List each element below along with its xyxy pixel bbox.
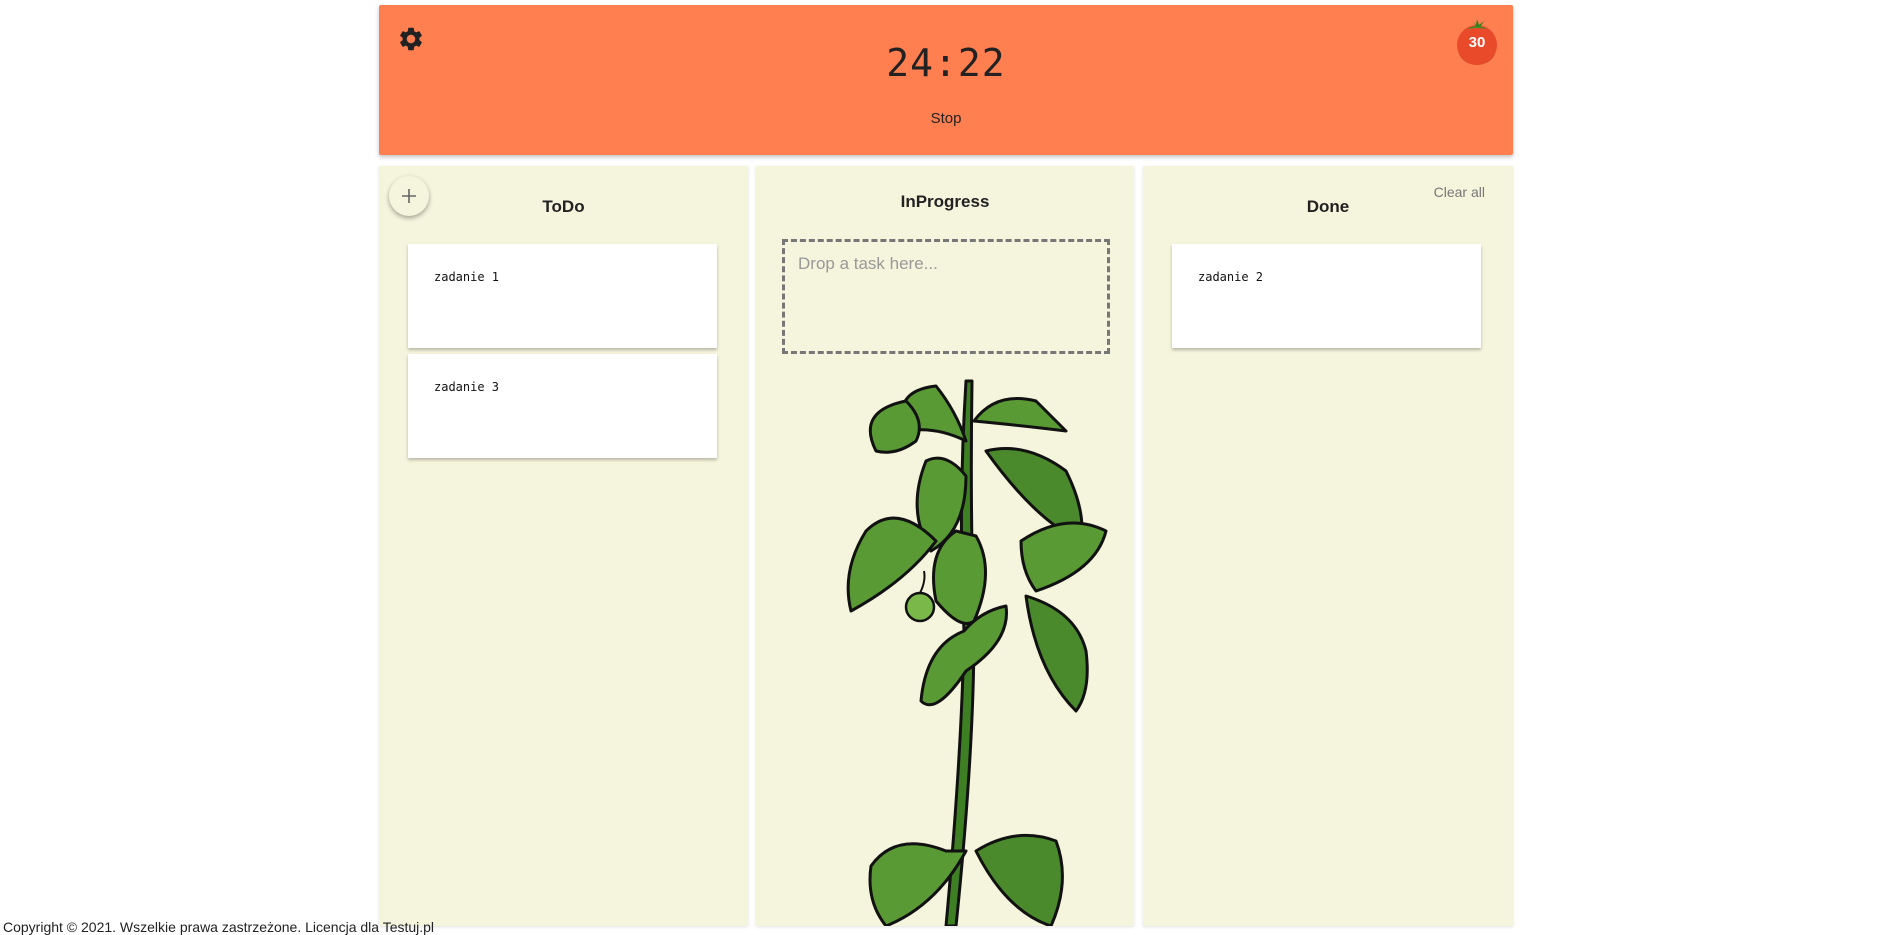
task-card[interactable]: zadanie 2 bbox=[1172, 244, 1481, 348]
timer-display: 24:22 bbox=[886, 41, 1006, 85]
column-todo: ToDo zadanie 1 zadanie 3 bbox=[379, 166, 748, 926]
column-title-todo: ToDo bbox=[542, 197, 585, 216]
task-dropzone[interactable]: Drop a task here... bbox=[782, 239, 1110, 354]
timer-header: 24:22 Stop 30 bbox=[379, 5, 1513, 155]
column-title-inprogress: InProgress bbox=[900, 192, 990, 211]
dropzone-placeholder: Drop a task here... bbox=[798, 254, 938, 273]
column-title-done: Done bbox=[1306, 197, 1350, 216]
column-inprogress: InProgress Drop a task here... bbox=[756, 166, 1134, 926]
task-card[interactable]: zadanie 3 bbox=[408, 354, 717, 458]
tomato-count: 30 bbox=[1468, 34, 1486, 51]
task-text: zadanie 3 bbox=[434, 380, 500, 394]
column-done: Done Clear all zadanie 2 bbox=[1143, 166, 1513, 926]
task-text: zadanie 1 bbox=[434, 270, 500, 284]
tomato-plant-illustration bbox=[846, 379, 1108, 926]
task-text: zadanie 2 bbox=[1198, 270, 1264, 284]
task-card[interactable]: zadanie 1 bbox=[408, 244, 717, 348]
clear-all-button[interactable]: Clear all bbox=[1434, 184, 1485, 200]
stop-button[interactable]: Stop bbox=[896, 103, 996, 133]
tomato-icon[interactable]: 30 bbox=[1454, 17, 1500, 67]
